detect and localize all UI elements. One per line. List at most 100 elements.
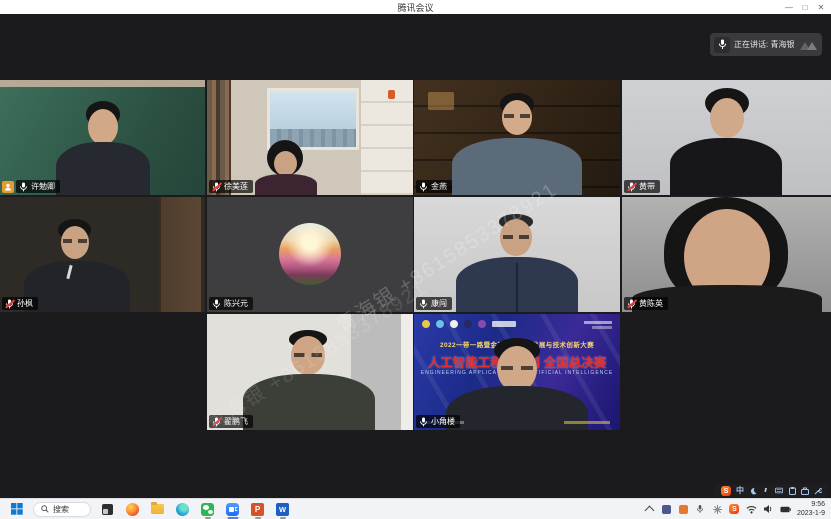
shelf-light [428, 92, 454, 110]
maximize-button[interactable]: □ [797, 0, 813, 14]
participant-name: 孙枫 [17, 300, 33, 308]
mic-icon [714, 37, 730, 53]
wechat-button[interactable] [199, 500, 216, 519]
face [274, 151, 297, 176]
participant-tile[interactable]: 孙枫 [0, 197, 205, 312]
tray-settings-icon[interactable] [712, 504, 723, 515]
mic-status-icon [212, 417, 221, 427]
ime-wrench-icon[interactable] [814, 487, 822, 495]
torso [452, 138, 582, 195]
participant-video [414, 197, 620, 312]
sogou-logo-icon[interactable]: S [721, 486, 731, 496]
wechat-icon [201, 503, 214, 516]
poster-logos [422, 320, 516, 328]
tray-app-icon[interactable] [661, 504, 672, 515]
mic-status-icon [212, 182, 221, 192]
face [710, 98, 744, 138]
participant-tile[interactable]: 黄带 [622, 80, 831, 195]
name-tag: 许勉卿 [16, 180, 60, 193]
word-button[interactable]: W [274, 500, 291, 519]
battery-icon[interactable] [780, 504, 791, 515]
torso [243, 374, 375, 430]
ime-punctuation-icon[interactable] [762, 487, 770, 495]
mic-status-icon [19, 182, 28, 192]
participant-name: 小角楼 [431, 418, 455, 426]
participant-video [622, 80, 831, 195]
zipper [516, 263, 518, 312]
logo-icon [450, 320, 458, 328]
name-tag: 金燕 [416, 180, 452, 193]
participant-tile[interactable]: 康闯 [414, 197, 620, 312]
running-indicator [205, 517, 211, 519]
logo-icon [422, 320, 430, 328]
tray-sogou-icon[interactable]: S [729, 504, 740, 515]
participant-tile[interactable]: 许勉卿 [0, 80, 205, 195]
minimize-button[interactable]: — [781, 0, 797, 14]
ime-moon-icon[interactable] [749, 487, 757, 495]
window-title: 腾讯会议 [397, 1, 433, 14]
ime-toolbox-icon[interactable] [801, 487, 809, 495]
participant-name: 金燕 [431, 183, 447, 191]
bookshelf [207, 80, 231, 195]
task-view-button[interactable] [99, 500, 116, 519]
torso [255, 174, 317, 195]
participant-name: 许勉卿 [31, 183, 55, 191]
start-button[interactable] [8, 500, 25, 519]
wall-edge [401, 314, 413, 430]
mic-status-icon [419, 417, 428, 427]
decoration [592, 326, 612, 329]
glasses [504, 114, 530, 118]
glasses [503, 235, 529, 239]
participant-tile[interactable]: 2022一带一路暨金砖国家技能发展与技术创新大赛 人工智能工程化应用 全国总决赛… [414, 314, 620, 430]
tray-security-icon[interactable] [678, 504, 689, 515]
ime-keyboard-icon[interactable] [775, 487, 783, 495]
name-tag: 小角楼 [416, 415, 460, 428]
word-icon: W [276, 503, 289, 516]
search-input[interactable]: 搜索 [33, 502, 91, 517]
participant-tile[interactable]: 翟鹏飞 [207, 314, 413, 430]
participant-video [622, 197, 831, 312]
file-explorer-button[interactable] [149, 500, 166, 519]
taskbar-clock[interactable]: 9:56 2023-1-9 [797, 500, 825, 518]
task-view-icon [102, 504, 113, 515]
participant-name: 康闯 [431, 300, 447, 308]
tencent-meeting-window: 腾讯会议 — □ ✕ 正在讲话: 青海银 [0, 0, 831, 519]
volume-icon[interactable] [763, 504, 774, 515]
firefox-icon [126, 503, 139, 516]
participant-video [0, 80, 205, 195]
tray-expand-button[interactable] [644, 504, 655, 515]
participant-name: 陈兴元 [224, 300, 248, 308]
wooden-door [159, 197, 201, 312]
torso [24, 261, 130, 312]
decoration [584, 321, 612, 324]
clock-time: 9:56 [797, 500, 825, 509]
window-controls: — □ ✕ [781, 0, 829, 14]
participant-video [0, 197, 205, 312]
participant-video [207, 197, 413, 312]
tray-mic-icon[interactable] [695, 504, 706, 515]
participant-tile[interactable]: 徐美莲 [207, 80, 413, 195]
taskbar-apps: 搜索 [0, 500, 644, 519]
windows-taskbar: 搜索 [0, 498, 831, 519]
speaking-label: 正在讲话: 青海银 [734, 39, 794, 50]
tencent-meeting-button[interactable] [224, 500, 241, 519]
participant-tile[interactable]: 金燕 [414, 80, 620, 195]
mic-status-icon [212, 299, 221, 309]
edge-icon [176, 503, 189, 516]
mic-status-icon [419, 182, 428, 192]
close-button[interactable]: ✕ [813, 0, 829, 14]
running-indicator [280, 517, 286, 519]
powerpoint-button[interactable]: P [249, 500, 266, 519]
logo-icon [478, 320, 486, 328]
participant-tile[interactable]: 黄陈英 [622, 197, 831, 312]
edge-button[interactable] [174, 500, 191, 519]
ime-language-mode[interactable]: 中 [736, 485, 744, 496]
sogou-ime-toolbar[interactable]: S 中 [715, 484, 828, 497]
ime-clipboard-icon[interactable] [788, 487, 796, 495]
wifi-icon[interactable] [746, 504, 757, 515]
host-badge-icon [2, 181, 14, 193]
glasses [294, 353, 322, 357]
name-tag: 孙枫 [2, 297, 38, 310]
participant-tile[interactable]: 陈兴元 [207, 197, 413, 312]
firefox-button[interactable] [124, 500, 141, 519]
